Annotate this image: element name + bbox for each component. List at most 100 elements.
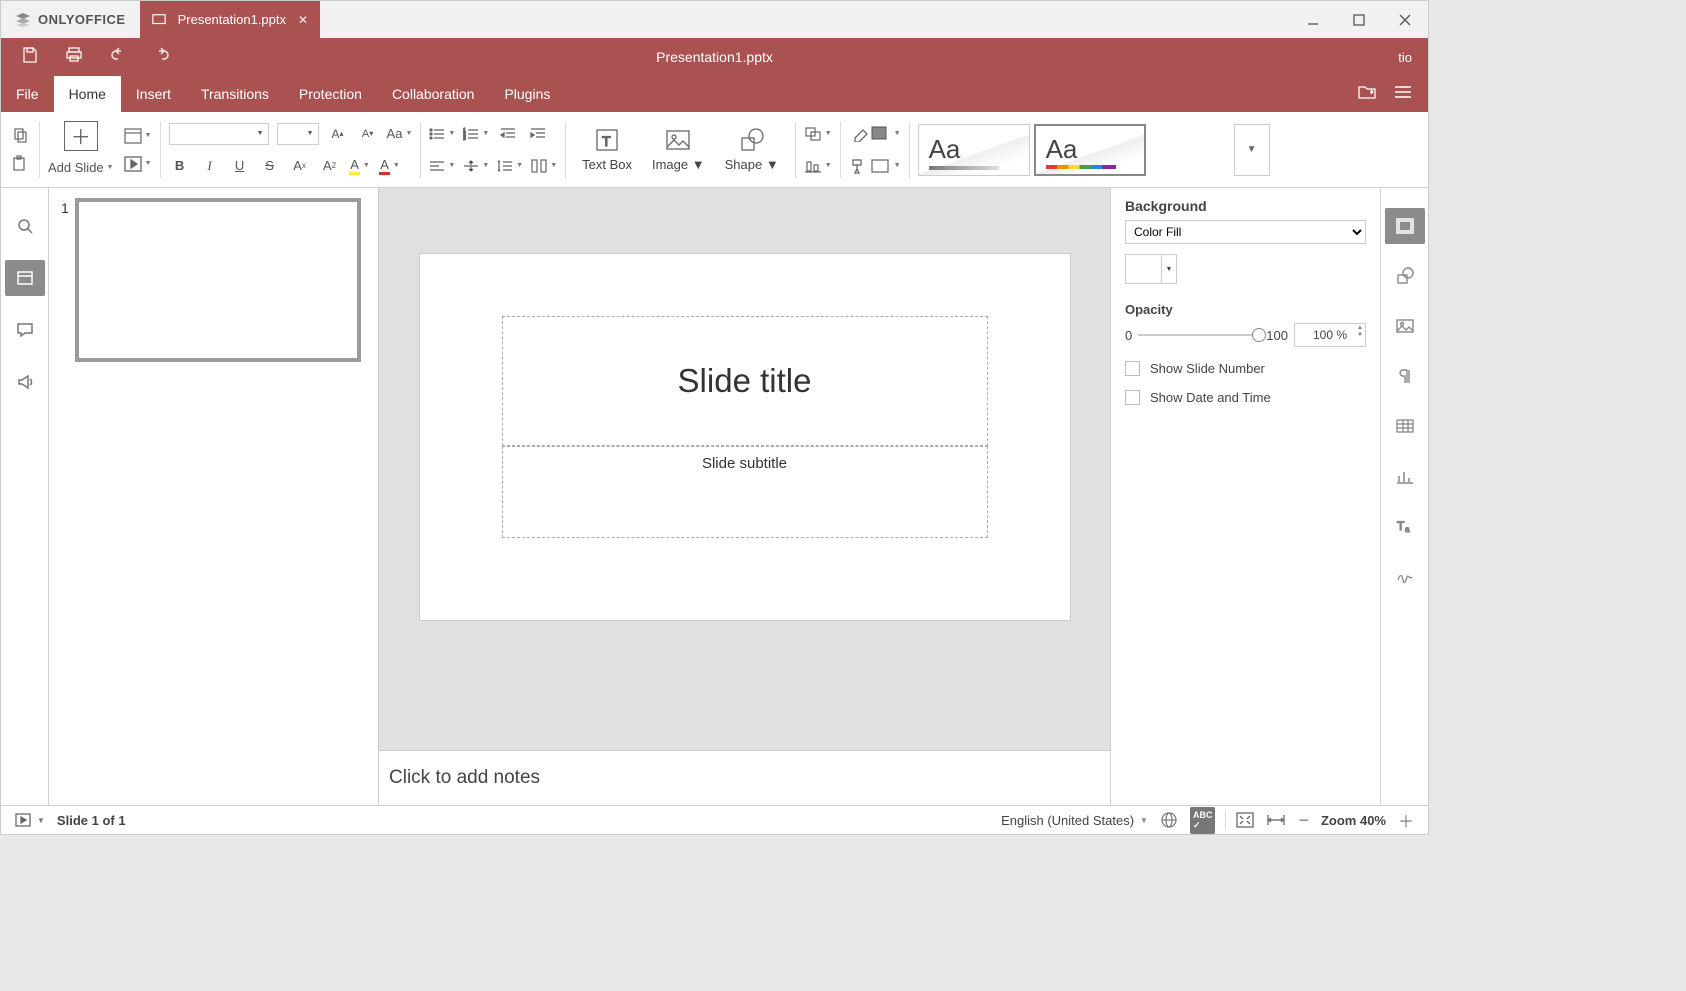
document-title: Presentation1.pptx [1, 49, 1428, 65]
show-date-time-label: Show Date and Time [1150, 390, 1271, 405]
slide-thumbnail-1[interactable] [75, 198, 361, 362]
theme-expand-button[interactable]: ▼ [1234, 124, 1270, 176]
text-art-settings-icon[interactable]: Ta [1385, 508, 1425, 544]
show-date-time-checkbox[interactable] [1125, 390, 1140, 405]
bullets-button[interactable]: ▼ [429, 123, 455, 145]
arrange-button[interactable]: ▼ [804, 123, 832, 145]
fill-type-select[interactable]: Color Fill [1125, 220, 1366, 244]
presentation-icon [152, 13, 166, 27]
zoom-in-button[interactable]: ＋ [1392, 808, 1420, 832]
change-case-button[interactable]: Aa▼ [387, 123, 413, 145]
increase-font-button[interactable]: A▴ [327, 123, 349, 145]
copy-style-button[interactable] [849, 155, 871, 177]
tab-plugins[interactable]: Plugins [489, 76, 565, 112]
view-settings-icon[interactable] [1394, 85, 1412, 104]
canvas-area[interactable]: Slide title Slide subtitle [379, 188, 1110, 750]
search-icon[interactable] [5, 208, 45, 244]
columns-button[interactable]: ▼ [531, 155, 557, 177]
status-slide-info: Slide 1 of 1 [51, 813, 132, 828]
h-align-button[interactable]: ▼ [429, 155, 455, 177]
canvas-column: Slide title Slide subtitle Click to add … [379, 188, 1110, 805]
paste-button[interactable] [9, 153, 31, 175]
close-tab-icon[interactable]: ✕ [298, 13, 308, 27]
image-button[interactable]: Image ▼ [644, 127, 713, 172]
app-logo: ONLYOFFICE [1, 1, 140, 38]
add-slide-label[interactable]: Add Slide▼ [48, 157, 114, 179]
align-shapes-button[interactable]: ▼ [804, 155, 832, 177]
minimize-button[interactable] [1290, 1, 1336, 38]
increase-indent-button[interactable] [527, 123, 549, 145]
opacity-slider[interactable] [1138, 334, 1260, 336]
shape-button[interactable]: Shape ▼ [717, 127, 787, 172]
slide-size-button[interactable]: ▼ [871, 155, 901, 177]
maximize-button[interactable] [1336, 1, 1382, 38]
tab-transitions[interactable]: Transitions [186, 76, 284, 112]
subscript-button[interactable]: A2 [319, 155, 341, 177]
status-slideshow-button[interactable]: ▼ [9, 813, 51, 827]
numbering-button[interactable]: 123▼ [463, 123, 489, 145]
shape-settings-icon[interactable] [1385, 258, 1425, 294]
bold-button[interactable]: B [169, 155, 191, 177]
signature-settings-icon[interactable] [1385, 558, 1425, 594]
start-slideshow-button[interactable]: ▼ [124, 153, 152, 175]
fit-width-icon[interactable] [1260, 813, 1292, 827]
underline-button[interactable]: U [229, 155, 251, 177]
decrease-indent-button[interactable] [497, 123, 519, 145]
user-name[interactable]: tio [1398, 50, 1412, 65]
zoom-value[interactable]: Zoom 40% [1315, 813, 1392, 828]
tab-protection[interactable]: Protection [284, 76, 377, 112]
slides-panel-icon[interactable] [5, 260, 45, 296]
tab-insert[interactable]: Insert [121, 76, 186, 112]
theme-blank[interactable]: Aa [918, 124, 1030, 176]
slide-settings-icon[interactable] [1385, 208, 1425, 244]
highlight-color-button[interactable]: A▼ [349, 155, 371, 177]
document-tab[interactable]: Presentation1.pptx ✕ [140, 1, 320, 38]
set-language-icon[interactable] [1154, 811, 1184, 829]
slide-canvas[interactable]: Slide title Slide subtitle [420, 254, 1070, 620]
line-spacing-button[interactable]: ▼ [497, 155, 523, 177]
subtitle-placeholder[interactable]: Slide subtitle [502, 446, 988, 538]
app-window: ONLYOFFICE Presentation1.pptx ✕ Presenta… [0, 0, 1429, 835]
opacity-value-input[interactable]: 100 % ▲▼ [1294, 323, 1366, 347]
paragraph-settings-icon[interactable] [1385, 358, 1425, 394]
italic-button[interactable]: I [199, 155, 221, 177]
open-file-location-icon[interactable] [1358, 84, 1376, 105]
theme-basic[interactable]: Aa [1034, 124, 1146, 176]
clear-style-button[interactable] [849, 123, 871, 145]
undo-button[interactable] [109, 46, 127, 69]
feedback-icon[interactable] [5, 364, 45, 400]
table-settings-icon[interactable] [1385, 408, 1425, 444]
add-slide-button[interactable]: ＋ [64, 121, 98, 151]
background-color-picker[interactable]: ▼ [1125, 254, 1177, 284]
text-box-button[interactable]: T Text Box [574, 127, 640, 172]
spellcheck-icon[interactable]: ABC✓ [1184, 807, 1222, 834]
font-name-combo[interactable]: ▼ [169, 123, 269, 145]
strike-button[interactable]: S [259, 155, 281, 177]
fit-slide-icon[interactable] [1230, 812, 1260, 828]
close-window-button[interactable] [1382, 1, 1428, 38]
font-color-button[interactable]: A▼ [379, 155, 401, 177]
image-settings-icon[interactable] [1385, 308, 1425, 344]
status-language[interactable]: English (United States) ▼ [995, 813, 1154, 828]
show-slide-number-checkbox[interactable] [1125, 361, 1140, 376]
font-size-combo[interactable]: ▼ [277, 123, 319, 145]
tab-home[interactable]: Home [54, 76, 121, 112]
tab-file[interactable]: File [1, 76, 54, 112]
title-placeholder[interactable]: Slide title [502, 316, 988, 446]
tab-collaboration[interactable]: Collaboration [377, 76, 490, 112]
status-bar: ▼ Slide 1 of 1 English (United States) ▼… [1, 805, 1428, 834]
v-align-button[interactable]: ▼ [463, 155, 489, 177]
change-layout-button[interactable]: ▼ [124, 125, 152, 147]
copy-button[interactable] [9, 125, 31, 147]
comments-icon[interactable] [5, 312, 45, 348]
slide-color-button[interactable]: ▼ [871, 123, 901, 145]
save-button[interactable] [21, 46, 39, 69]
notes-area[interactable]: Click to add notes [379, 750, 1110, 805]
redo-button[interactable] [153, 46, 171, 69]
decrease-font-button[interactable]: A▾ [357, 123, 379, 145]
print-button[interactable] [65, 46, 83, 69]
chart-settings-icon[interactable] [1385, 458, 1425, 494]
superscript-button[interactable]: Ax [289, 155, 311, 177]
logo-icon [15, 12, 31, 28]
zoom-out-button[interactable]: − [1292, 810, 1315, 831]
